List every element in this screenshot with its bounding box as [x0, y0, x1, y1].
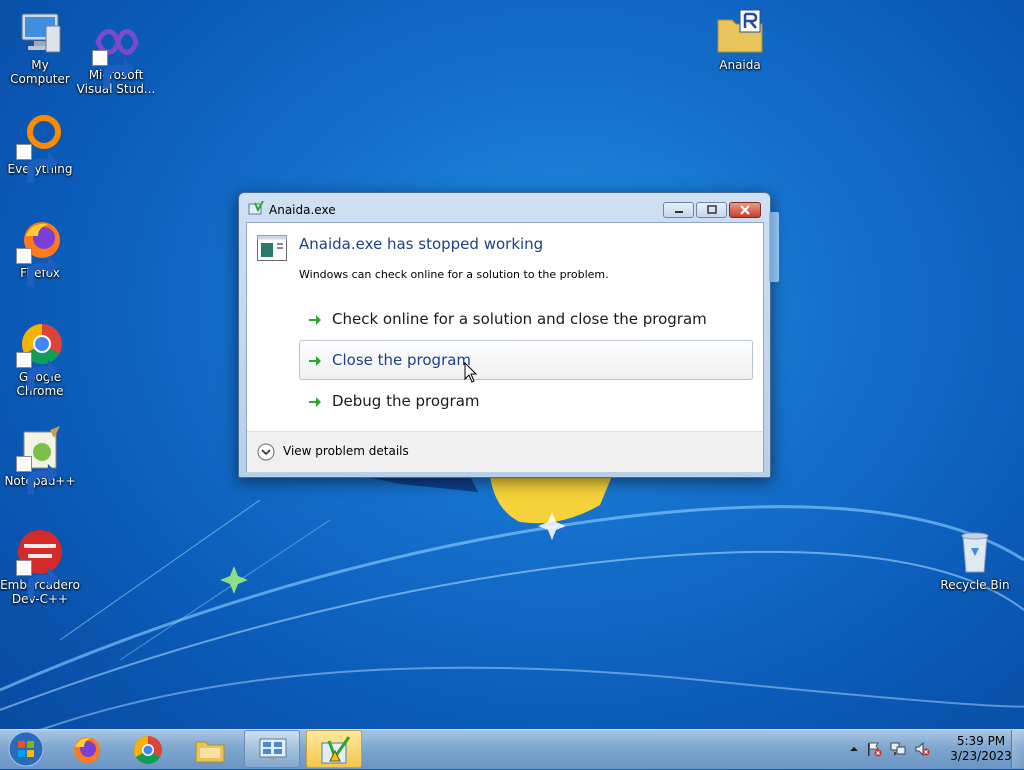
- desktop-icon-anaida[interactable]: Anaida: [700, 8, 780, 72]
- desktop-icon-notepad-plus-plus[interactable]: Notepad++: [0, 424, 80, 495]
- computer-icon: [16, 8, 64, 56]
- firefox-icon: [74, 737, 100, 763]
- dev-cpp-icon: [16, 528, 64, 599]
- taskbar-anaida[interactable]: [306, 730, 362, 768]
- desktop-icon-dev-cpp[interactable]: Embarcadero Dev-C++: [0, 528, 80, 606]
- option-close-program[interactable]: Close the program: [299, 340, 753, 380]
- option-check-online[interactable]: Check online for a solution and close th…: [299, 299, 753, 339]
- maximize-button[interactable]: [696, 202, 727, 218]
- shortcut-arrow-icon: [16, 352, 59, 391]
- desktop-icon-google-chrome[interactable]: Google Chrome: [0, 320, 80, 398]
- desktop-icon-label: My Computer: [10, 58, 70, 86]
- desktop-icon-recycle-bin[interactable]: Recycle Bin: [935, 528, 1015, 592]
- option-label: Close the program: [332, 351, 472, 369]
- minimize-button[interactable]: [663, 202, 694, 218]
- desktop-icon-firefox[interactable]: Firefox: [0, 216, 80, 287]
- maximize-icon: [706, 205, 717, 214]
- recycle-bin-icon: [951, 528, 999, 576]
- show-hidden-icons-icon[interactable]: [846, 741, 862, 757]
- app-icon: [248, 200, 264, 217]
- shortcut-arrow-icon: [16, 144, 59, 183]
- shortcut-arrow-icon: [16, 248, 59, 287]
- background-scrollbar-thumb: [769, 212, 779, 282]
- action-center-flag-icon[interactable]: [866, 741, 882, 757]
- taskbar-clock[interactable]: 5:39 PM 3/23/2023: [948, 734, 1014, 764]
- app-warning-icon: [321, 736, 351, 764]
- green-arrow-icon: [308, 354, 322, 368]
- system-tray: 5:39 PM 3/23/2023: [840, 730, 1024, 768]
- start-button[interactable]: [4, 731, 48, 767]
- option-debug-program[interactable]: Debug the program: [299, 381, 753, 421]
- shortcut-arrow-icon: [16, 456, 59, 495]
- dialog-heading: Anaida.exe has stopped working: [299, 235, 544, 253]
- folder-icon: [195, 741, 225, 763]
- chrome-icon: [16, 320, 64, 391]
- dialog-subtext: Windows can check online for a solution …: [299, 268, 609, 281]
- desktop-icon-label: Anaida: [719, 58, 761, 72]
- program-window-icon: [257, 235, 287, 261]
- dialog-titlebar[interactable]: Anaida.exe: [239, 193, 770, 221]
- desktop-icon-everything[interactable]: Everything: [0, 112, 80, 183]
- windows-logo-icon: [8, 731, 44, 767]
- visual-studio-icon: [92, 18, 140, 89]
- desktop-icon-my-computer[interactable]: My Computer: [0, 8, 80, 86]
- dialog-content: Anaida.exe has stopped working Windows c…: [246, 222, 764, 472]
- error-dialog: Anaida.exe Anaida.exe has stopped workin…: [238, 192, 771, 478]
- volume-muted-icon[interactable]: [914, 741, 930, 757]
- minimize-icon: [674, 211, 683, 213]
- close-icon: [740, 205, 750, 215]
- green-arrow-icon: [308, 313, 322, 327]
- mouse-cursor-icon: [464, 362, 478, 383]
- notepad-plus-plus-icon: [16, 424, 64, 495]
- close-button[interactable]: [729, 202, 761, 218]
- firefox-icon: [16, 216, 64, 287]
- desktop-icon-label: Recycle Bin: [940, 578, 1010, 592]
- view-problem-details-link[interactable]: View problem details: [283, 444, 409, 458]
- folder-icon: [716, 8, 764, 56]
- desktop-icon-visual-studio[interactable]: Microsoft Visual Stud...: [76, 18, 156, 96]
- taskbar: 5:39 PM 3/23/2023: [0, 729, 1024, 769]
- chevron-down-icon[interactable]: [257, 443, 275, 461]
- option-label: Check online for a solution and close th…: [332, 310, 707, 328]
- option-label: Debug the program: [332, 392, 480, 410]
- control-panel-icon: [259, 738, 287, 762]
- taskbar-file-explorer[interactable]: [182, 730, 238, 768]
- show-desktop-button[interactable]: [1011, 730, 1024, 768]
- everything-icon: [16, 112, 64, 183]
- taskbar-firefox[interactable]: [59, 730, 115, 768]
- clock-date: 3/23/2023: [950, 749, 1012, 763]
- network-icon[interactable]: [890, 741, 906, 757]
- shortcut-arrow-icon: [16, 560, 59, 599]
- dialog-footer: View problem details: [247, 431, 763, 472]
- taskbar-chrome[interactable]: [120, 730, 176, 768]
- green-arrow-icon: [308, 395, 322, 409]
- shortcut-arrow-icon: [92, 50, 135, 89]
- taskbar-control-panel[interactable]: [244, 730, 300, 768]
- dialog-title: Anaida.exe: [269, 203, 336, 217]
- clock-time: 5:39 PM: [956, 734, 1006, 748]
- chrome-icon: [134, 736, 162, 764]
